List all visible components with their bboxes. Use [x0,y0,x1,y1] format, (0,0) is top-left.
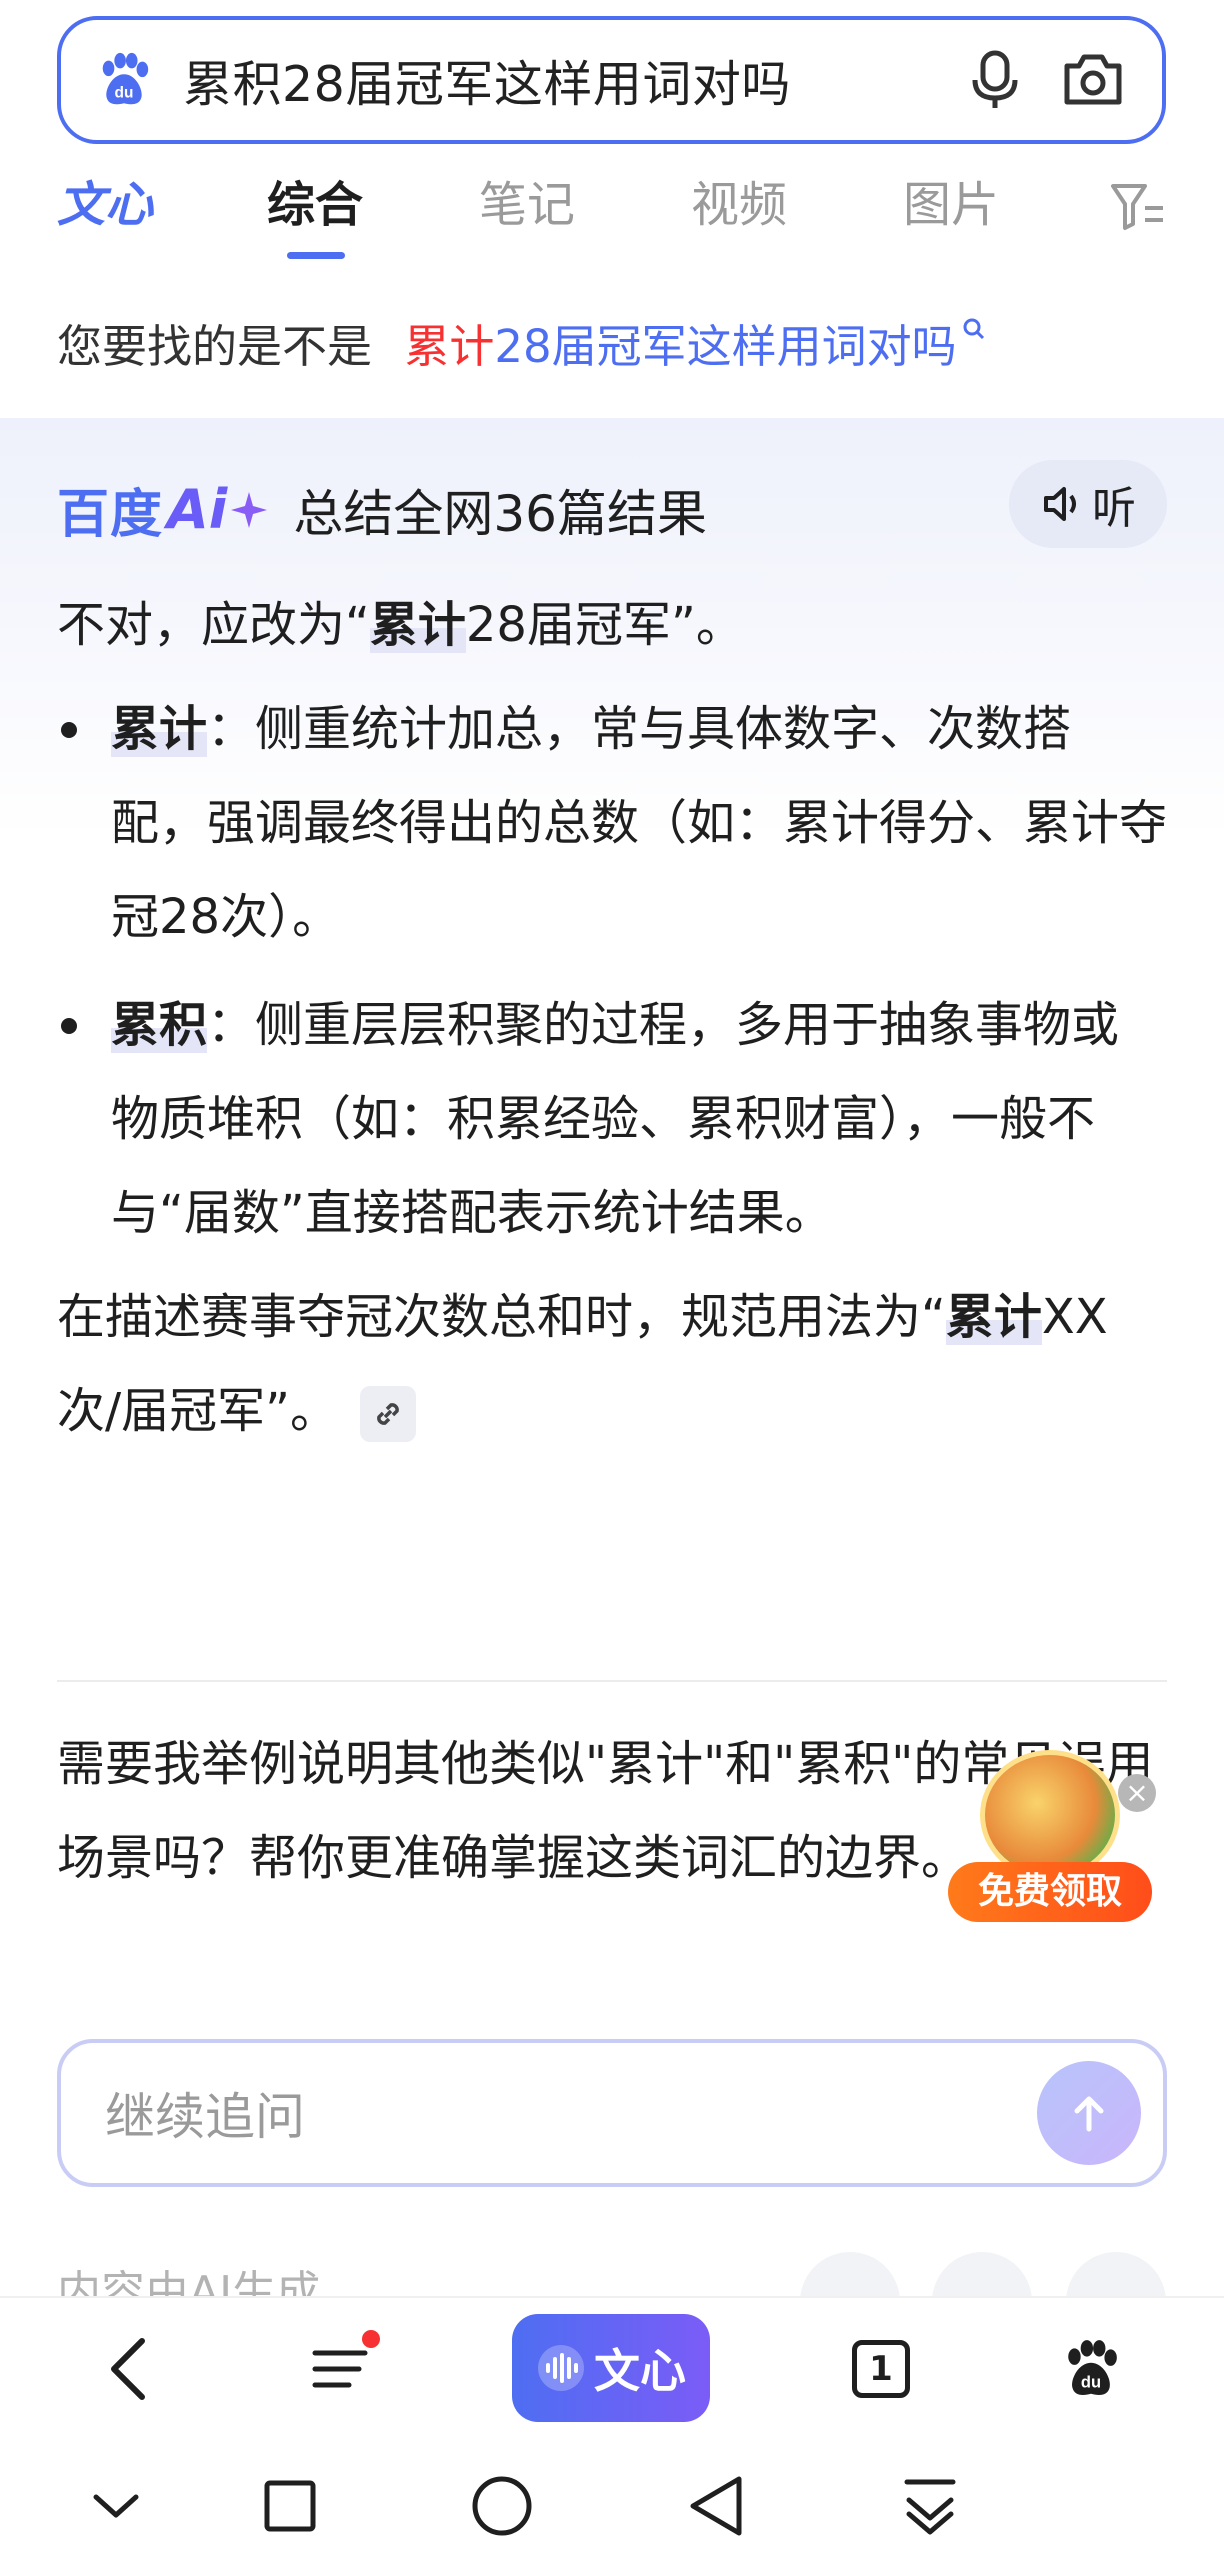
tab-video[interactable]: 视频 [691,170,903,270]
menu-button[interactable] [296,2324,386,2414]
intro-pre: 不对，应改为“ [57,597,370,653]
search-icon [963,318,984,340]
did-you-mean-rest: 28届冠军这样用词对吗 [494,320,957,373]
did-you-mean: 您要找的是不是 累计28届冠军这样用词对吗 [57,310,987,375]
download-icon [904,2479,956,2535]
nav-recents-button[interactable] [250,2466,330,2546]
promo-image [980,1750,1120,1880]
ai-summary: 总结全网36篇结果 [293,484,707,543]
search-tabs: 文心 综合 笔记 视频 图片 [57,170,1167,270]
followup-input[interactable]: 继续追问 [57,2039,1167,2187]
tab-switcher-button[interactable]: 1 [836,2324,926,2414]
logo-text: 百度 [57,485,164,545]
ai-answer-card: 百度 Ai 总结全网36篇结果 听 不对，应改为“累计28届冠军”。 累计：侧重… [0,418,1224,2278]
answer-bullets: 累计：侧重统计加总，常与具体数字、次数搭配，强调最终得出的总数（如：累计得分、累… [57,682,1167,1260]
baidu-paw-icon: du [102,52,149,105]
close-icon[interactable]: × [1118,1774,1156,1812]
did-you-mean-link[interactable]: 累计28届冠军这样用词对吗 [404,318,986,373]
divider [57,1680,1167,1682]
notification-dot [362,2330,380,2348]
speaker-icon [1044,487,1076,521]
tab-notes[interactable]: 笔记 [479,170,691,270]
listen-button[interactable]: 听 [1009,460,1167,548]
bottom-toolbar: 文心 1 du [0,2296,1224,2436]
bullet-keyword: 累计 [111,701,208,757]
chevron-down-icon [93,2494,139,2518]
sparkle-icon [231,491,268,528]
square-icon [264,2480,316,2532]
nav-download-button[interactable] [890,2466,970,2546]
tab-count-icon: 1 [852,2340,910,2398]
nav-home-button[interactable] [462,2466,542,2546]
chevron-left-icon [111,2338,145,2400]
intro-keyword: 累计 [369,597,466,653]
did-you-mean-highlight: 累计 [404,320,495,373]
answer-conclusion: 在描述赛事夺冠次数总和时，规范用法为“累计XX次/届冠军”。 [57,1270,1167,1458]
logo-ai-text: Ai [167,478,228,541]
circle-icon [472,2476,532,2536]
tab-count: 1 [869,2349,893,2389]
send-button[interactable] [1037,2061,1141,2165]
conclusion-keyword: 累计 [945,1289,1042,1345]
tab-images[interactable]: 图片 [903,170,1115,270]
baidu-ai-logo: 百度 Ai [57,472,269,547]
wenxin-button[interactable]: 文心 [512,2314,710,2422]
baidu-home-button[interactable]: du [1046,2324,1136,2414]
list-item: 累计：侧重统计加总，常与具体数字、次数搭配，强调最终得出的总数（如：累计得分、累… [57,682,1167,964]
bullet-text: ：侧重统计加总，常与具体数字、次数搭配，强调最终得出的总数（如：累计得分、累计夺… [111,701,1168,945]
conclusion-pre: 在描述赛事夺冠次数总和时，规范用法为“ [57,1289,946,1345]
back-button[interactable] [84,2324,174,2414]
microphone-icon[interactable] [960,45,1030,115]
listen-label: 听 [1092,483,1136,534]
svg-text:du: du [1081,2373,1101,2392]
search-query[interactable]: 累积28届冠军这样用词对吗 [183,45,932,116]
bullet-text: ：侧重层层积聚的过程，多用于抽象事物或物质堆积（如：积累经验、累积财富），一般不… [111,997,1120,1241]
camera-icon[interactable] [1058,45,1128,115]
tab-all-label: 综合 [267,177,364,233]
search-bar[interactable]: du 累积28届冠军这样用词对吗 [57,16,1166,144]
link-icon[interactable] [360,1386,417,1442]
tab-all[interactable]: 综合 [267,170,479,270]
promo-float[interactable]: × 免费领取 [948,1750,1158,1930]
nav-collapse-button[interactable] [76,2466,156,2546]
wenxin-wave-icon [538,2345,584,2391]
baidu-paw-icon: du [1068,2340,1117,2395]
svg-text:du: du [115,84,134,101]
wenxin-label: 文心 [594,2344,686,2398]
promo-label: 免费领取 [948,1862,1152,1922]
did-you-mean-prefix: 您要找的是不是 [57,320,373,373]
intro-post: 28届冠军”。 [465,597,744,653]
system-navigation-bar [0,2436,1224,2574]
nav-back-button[interactable] [676,2466,756,2546]
menu-icon [312,2350,368,2388]
filter-icon[interactable] [1109,178,1167,236]
tab-wenxin[interactable]: 文心 [57,170,267,270]
bullet-keyword: 累积 [111,997,208,1053]
answer-intro: 不对，应改为“累计28届冠军”。 [57,578,1167,672]
triangle-back-icon [690,2476,742,2536]
followup-placeholder: 继续追问 [105,2088,305,2146]
arrow-up-icon [1074,2096,1104,2132]
ai-answer-body: 不对，应改为“累计28届冠军”。 累计：侧重统计加总，常与具体数字、次数搭配，强… [57,578,1167,1458]
ai-header: 百度 Ai 总结全网36篇结果 [57,472,707,547]
list-item: 累积：侧重层层积聚的过程，多用于抽象事物或物质堆积（如：积累经验、累积财富），一… [57,978,1167,1260]
